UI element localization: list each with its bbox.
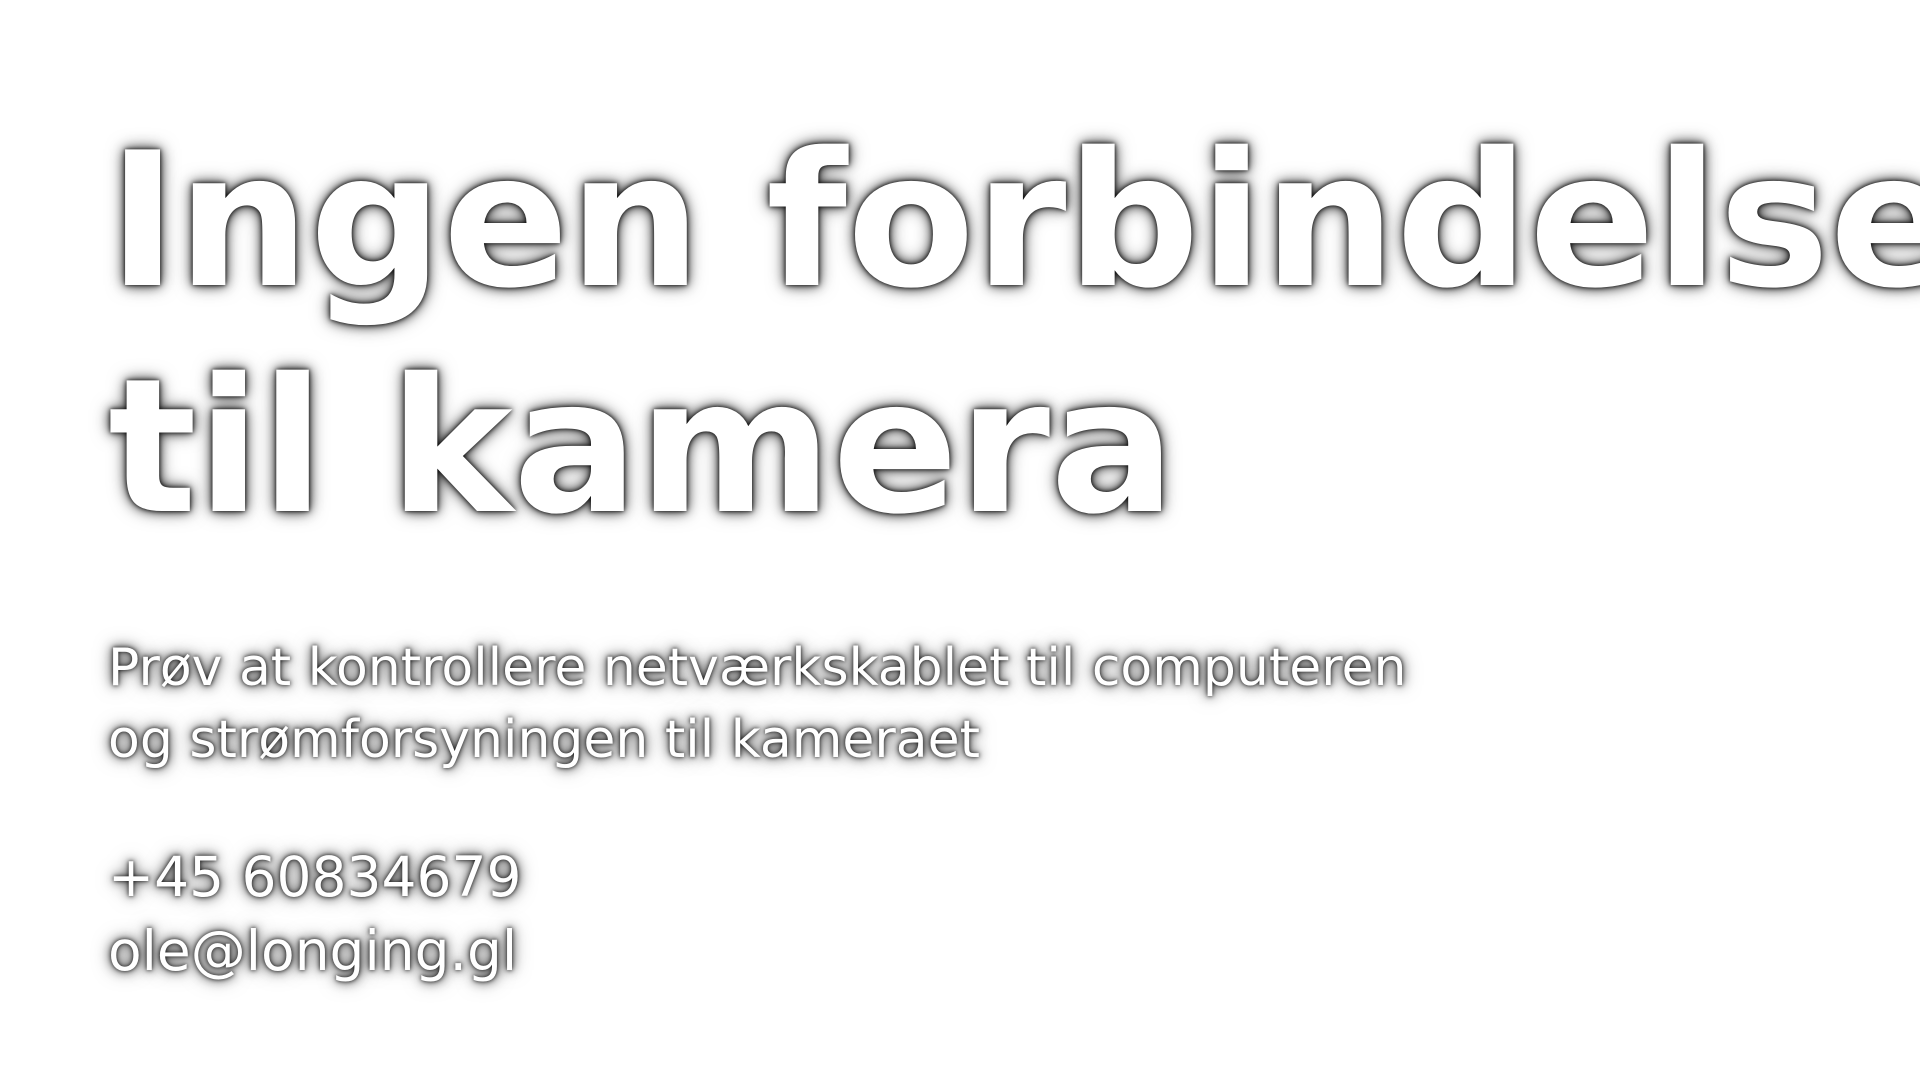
camera-connection-error-screen: Ingen forbindelse til kamera Prøv at kon… — [0, 0, 1920, 1080]
troubleshooting-message-line-2: og strømforsyningen til kameraet — [108, 710, 981, 770]
contact-email: ole@longing.gl — [108, 919, 518, 983]
error-title-line-2: til kamera — [108, 338, 1176, 555]
error-title: Ingen forbindelse til kamera — [108, 108, 1920, 560]
troubleshooting-message-line-1: Prøv at kontrollere netværkskablet til c… — [108, 638, 1407, 698]
contact-phone: +45 60834679 — [108, 845, 522, 909]
error-content: Ingen forbindelse til kamera Prøv at kon… — [108, 108, 1920, 988]
error-title-line-1: Ingen forbindelse — [108, 112, 1920, 329]
contact-info: +45 60834679 ole@longing.gl — [108, 840, 1868, 988]
troubleshooting-message: Prøv at kontrollere netværkskablet til c… — [108, 632, 1868, 776]
